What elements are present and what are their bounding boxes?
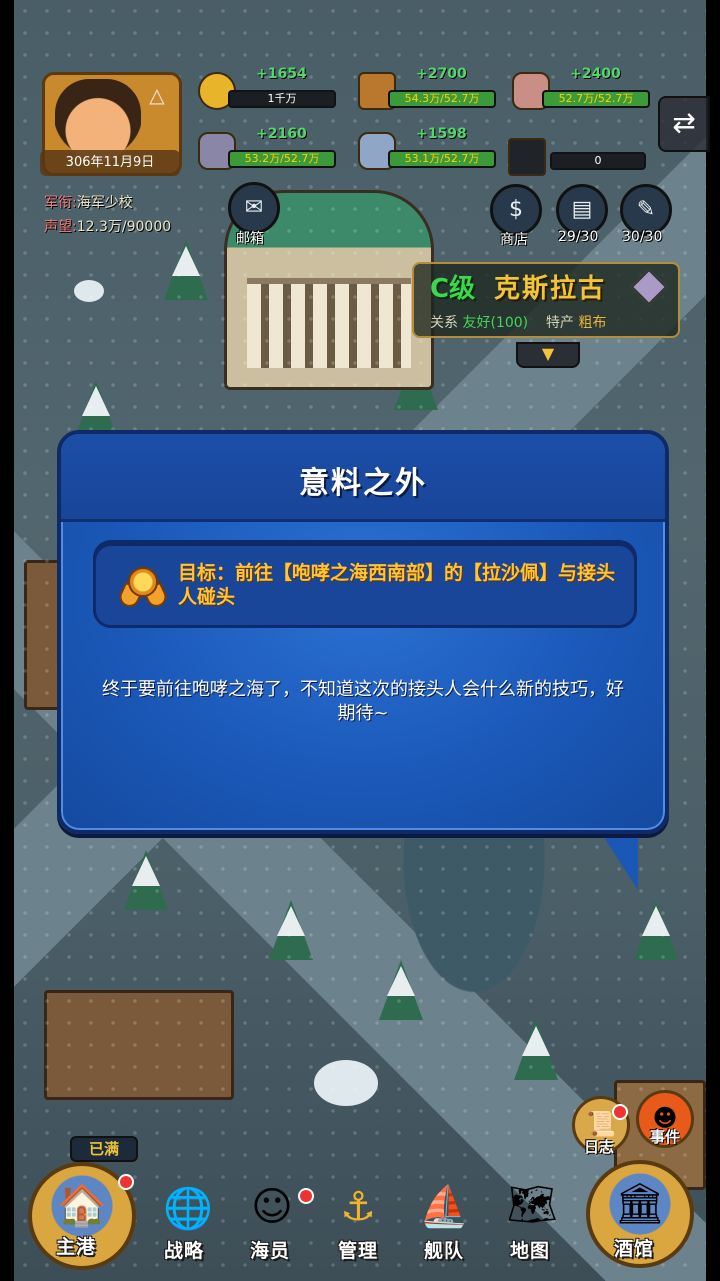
dialog-body-text: 终于要前往咆哮之海了，不知道这次的接头人会什么新的技巧，好期待~ bbox=[102, 679, 624, 724]
story-dialog[interactable]: 意料之外 目标：前往【咆哮之海西南部】的【拉沙佩】与接头人碰头 终于要前往咆哮之… bbox=[57, 430, 669, 834]
dialog-header: 意料之外 bbox=[61, 434, 665, 522]
goal-box: 目标：前往【咆哮之海西南部】的【拉沙佩】与接头人碰头 bbox=[93, 540, 637, 628]
medal-icon bbox=[116, 563, 170, 611]
dialog-title: 意料之外 bbox=[299, 466, 427, 501]
goal-text: 目标：前往【咆哮之海西南部】的【拉沙佩】与接头人碰头 bbox=[178, 562, 616, 608]
dialog-pointer bbox=[572, 828, 638, 890]
